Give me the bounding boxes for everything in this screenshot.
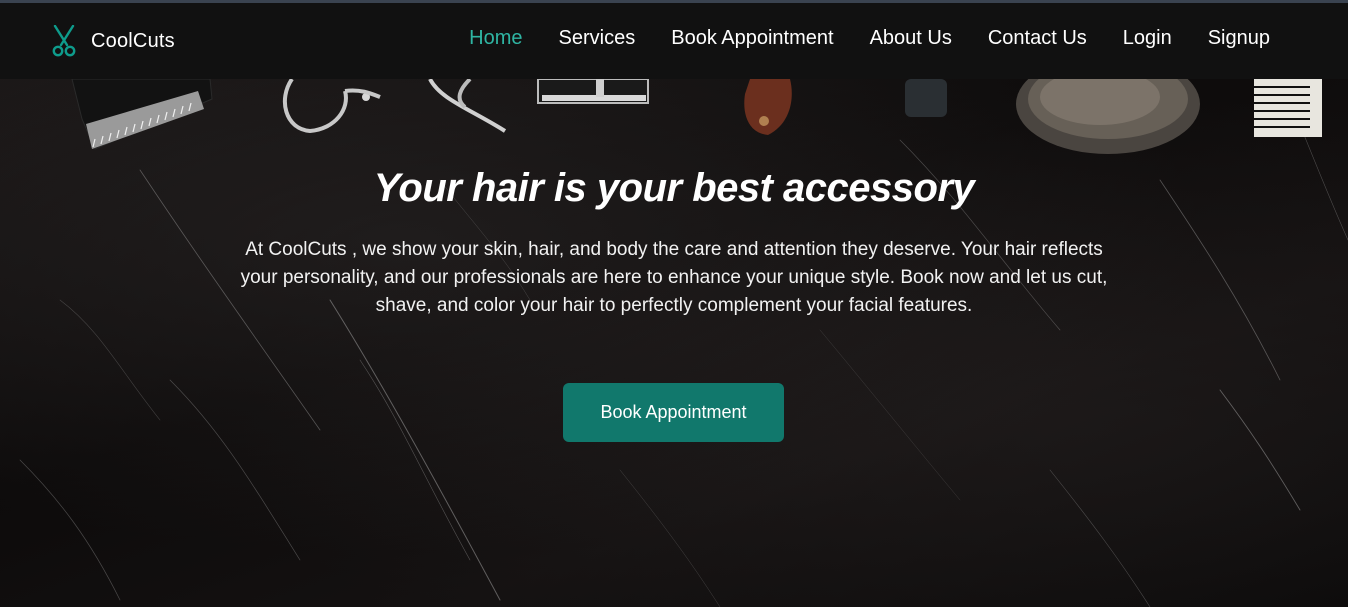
comb-icon xyxy=(1254,79,1322,137)
brand-name: CoolCuts xyxy=(91,29,175,52)
nav-contact-us[interactable]: Contact Us xyxy=(988,27,1087,50)
page: CoolCuts Home Services Book Appointment … xyxy=(0,0,1348,607)
nav-book-appointment[interactable]: Book Appointment xyxy=(671,27,833,50)
hair-clipper-icon xyxy=(71,79,213,150)
navbar: CoolCuts Home Services Book Appointment … xyxy=(0,3,1348,79)
book-appointment-button[interactable]: Book Appointment xyxy=(563,383,784,442)
scissors-icon xyxy=(282,79,507,134)
brand-link[interactable]: CoolCuts xyxy=(52,25,175,57)
nav-links: Home Services Book Appointment About Us … xyxy=(469,27,1270,50)
hero-description: At CoolCuts , we show your skin, hair, a… xyxy=(240,239,1108,316)
nav-home[interactable]: Home xyxy=(469,27,522,50)
wooden-handle-icon xyxy=(744,79,792,135)
trimmer-icon xyxy=(905,79,947,117)
nav-login[interactable]: Login xyxy=(1123,27,1172,50)
scissors-icon xyxy=(52,25,76,57)
nav-about-us[interactable]: About Us xyxy=(870,27,952,50)
shaving-brush-icon xyxy=(1016,79,1200,154)
barber-tools-banner xyxy=(71,79,1322,154)
hero-title: Your hair is your best accessory xyxy=(373,166,975,210)
safety-razor-icon xyxy=(537,79,649,104)
nav-signup[interactable]: Signup xyxy=(1208,27,1270,50)
nav-services[interactable]: Services xyxy=(559,27,636,50)
